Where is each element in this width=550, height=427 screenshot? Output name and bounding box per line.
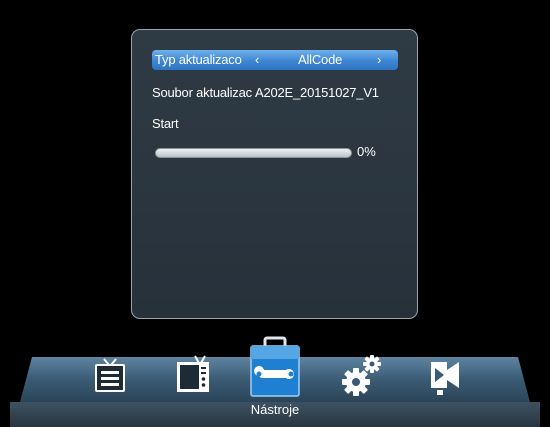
menu-item-media[interactable] [417, 340, 471, 406]
update-type-selector[interactable]: Typ aktualizaco ‹ AllCode › [152, 50, 398, 70]
media-play-icon [431, 362, 459, 395]
menu-item-tools[interactable] [245, 332, 305, 402]
gears-icon [342, 355, 381, 396]
update-file-value: A202E_20151027_V1 [255, 85, 379, 100]
tv-info-icon [177, 355, 209, 392]
update-type-label: Typ aktualizaco [155, 52, 242, 67]
update-dialog: Typ aktualizaco ‹ AllCode › Soubor aktua… [131, 29, 418, 319]
progress-bar [155, 148, 352, 158]
screen: Typ aktualizaco ‹ AllCode › Soubor aktua… [0, 0, 550, 427]
menu-item-tv-setup[interactable] [165, 340, 219, 406]
chevron-left-icon[interactable]: ‹ [255, 50, 259, 70]
update-file-row[interactable]: Soubor aktualizac A202E_20151027_V1 [152, 83, 402, 103]
update-file-label: Soubor aktualizac [152, 85, 252, 100]
toolbox-icon [250, 336, 300, 397]
update-type-value: AllCode [298, 52, 343, 67]
chevron-right-icon[interactable]: › [377, 50, 381, 70]
tv-list-icon [95, 358, 125, 392]
menu-item-settings[interactable] [336, 340, 390, 406]
selected-menu-label: Nástroje [250, 402, 300, 417]
menu-item-channel-list[interactable] [83, 340, 137, 406]
start-button[interactable]: Start [152, 114, 179, 134]
progress-percent: 0% [357, 144, 376, 159]
